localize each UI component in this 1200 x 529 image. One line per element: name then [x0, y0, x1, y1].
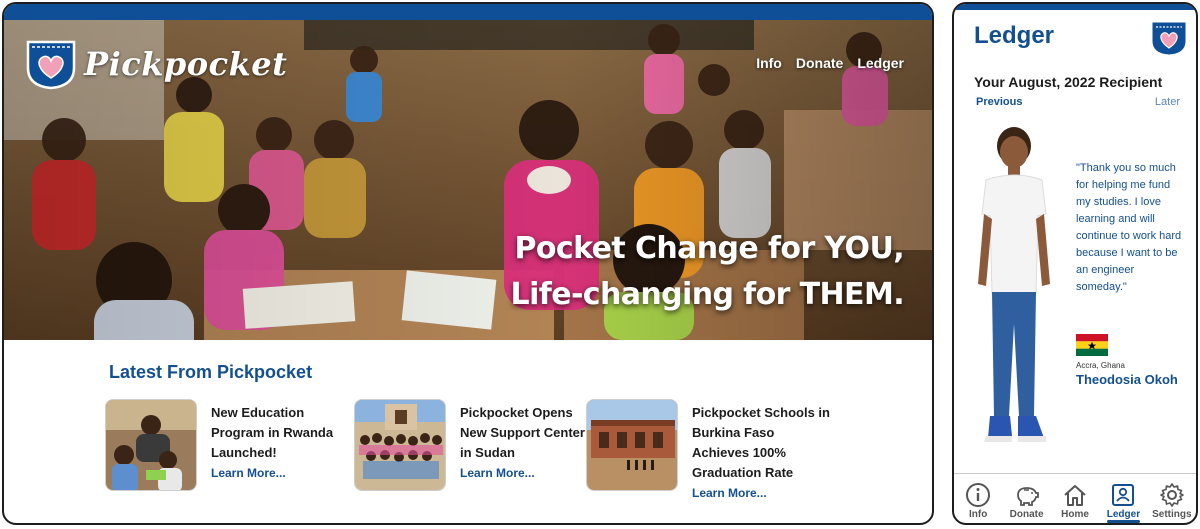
news-title-burkina-faso: Pickpocket Schools in Burkina Faso Achie…: [692, 405, 830, 480]
pocket-heart-icon: [26, 40, 76, 90]
tab-home[interactable]: Home: [1051, 476, 1099, 523]
news-thumb-sudan: [354, 399, 446, 491]
sudan-photo: [355, 400, 445, 490]
desktop-screen: Pickpocket Info Donate Ledger Pocket Cha…: [2, 2, 934, 525]
news-card-burkina-faso[interactable]: Pickpocket Schools in Burkina Faso Achie…: [586, 399, 832, 502]
learn-more-sudan-link[interactable]: Learn More...: [460, 466, 535, 480]
tab-ledger-label: Ledger: [1106, 509, 1141, 520]
top-nav: Info Donate Ledger: [756, 55, 904, 71]
later-link[interactable]: Later: [1155, 96, 1180, 108]
tab-ledger[interactable]: Ledger: [1099, 476, 1147, 523]
nav-info-link[interactable]: Info: [756, 55, 782, 71]
bottom-tab-bar: Info Donate Home Ledger Settings: [954, 476, 1196, 523]
news-thumb-burkina-faso: [586, 399, 678, 491]
ledger-title: Ledger: [974, 22, 1055, 49]
info-icon: [966, 483, 991, 507]
tab-donate[interactable]: Donate: [1002, 476, 1050, 523]
recipient-name: Theodosia Okoh: [1076, 372, 1178, 387]
news-card-rwanda[interactable]: New Education Program in Rwanda Launched…: [105, 399, 341, 491]
nav-ledger-link[interactable]: Ledger: [857, 55, 904, 71]
tab-info-label: Info: [969, 509, 988, 520]
recipient-heading: Your August, 2022 Recipient: [974, 74, 1163, 90]
news-title-rwanda: New Education Program in Rwanda Launched…: [211, 405, 334, 460]
news-title-sudan: Pickpocket Opens New Support Center in S…: [460, 405, 585, 460]
piggy-bank-icon: [1016, 487, 1039, 506]
brand-logo[interactable]: Pickpocket: [24, 38, 287, 90]
top-bar: [4, 4, 932, 20]
pocket-heart-icon[interactable]: [1150, 20, 1188, 56]
ghana-flag-icon: [1076, 334, 1108, 356]
mobile-screen: Ledger Your August, 2022 Recipient Previ…: [952, 2, 1198, 525]
latest-news-heading: Latest From Pickpocket: [109, 362, 313, 382]
headline-line-1: Pocket Change for YOU,: [514, 231, 904, 266]
previous-link[interactable]: Previous: [976, 96, 1022, 108]
nav-donate-link[interactable]: Donate: [796, 55, 843, 71]
news-thumb-rwanda: [105, 399, 197, 491]
news-card-sudan[interactable]: Pickpocket Opens New Support Center in S…: [354, 399, 590, 491]
recipient-location: Accra, Ghana: [1076, 361, 1125, 370]
learn-more-burkina-faso-link[interactable]: Learn More...: [692, 486, 767, 500]
rwanda-photo: [106, 400, 196, 490]
tab-home-label: Home: [1061, 509, 1089, 520]
tabbar-divider: [954, 473, 1196, 474]
hero-banner: Pickpocket Info Donate Ledger Pocket Cha…: [4, 20, 932, 340]
learn-more-rwanda-link[interactable]: Learn More...: [211, 466, 286, 480]
headline-line-2: Life-changing for THEM.: [510, 277, 905, 312]
hero-headline: Pocket Change for YOU, Life-changing for…: [510, 226, 905, 318]
tab-settings-label: Settings: [1152, 509, 1192, 520]
tab-info[interactable]: Info: [954, 476, 1002, 523]
recipient-quote: "Thank you so much for helping me fund m…: [1076, 162, 1182, 293]
school-building-photo: [587, 400, 677, 490]
tab-settings[interactable]: Settings: [1148, 476, 1196, 523]
ledger-icon: [1112, 484, 1135, 506]
mobile-top-bar: [954, 4, 1196, 10]
brand-name: Pickpocket: [84, 45, 288, 83]
gear-icon: [1160, 483, 1184, 507]
recipient-photo: [978, 127, 1050, 442]
home-icon: [1064, 485, 1086, 506]
tab-donate-label: Donate: [1009, 509, 1044, 520]
